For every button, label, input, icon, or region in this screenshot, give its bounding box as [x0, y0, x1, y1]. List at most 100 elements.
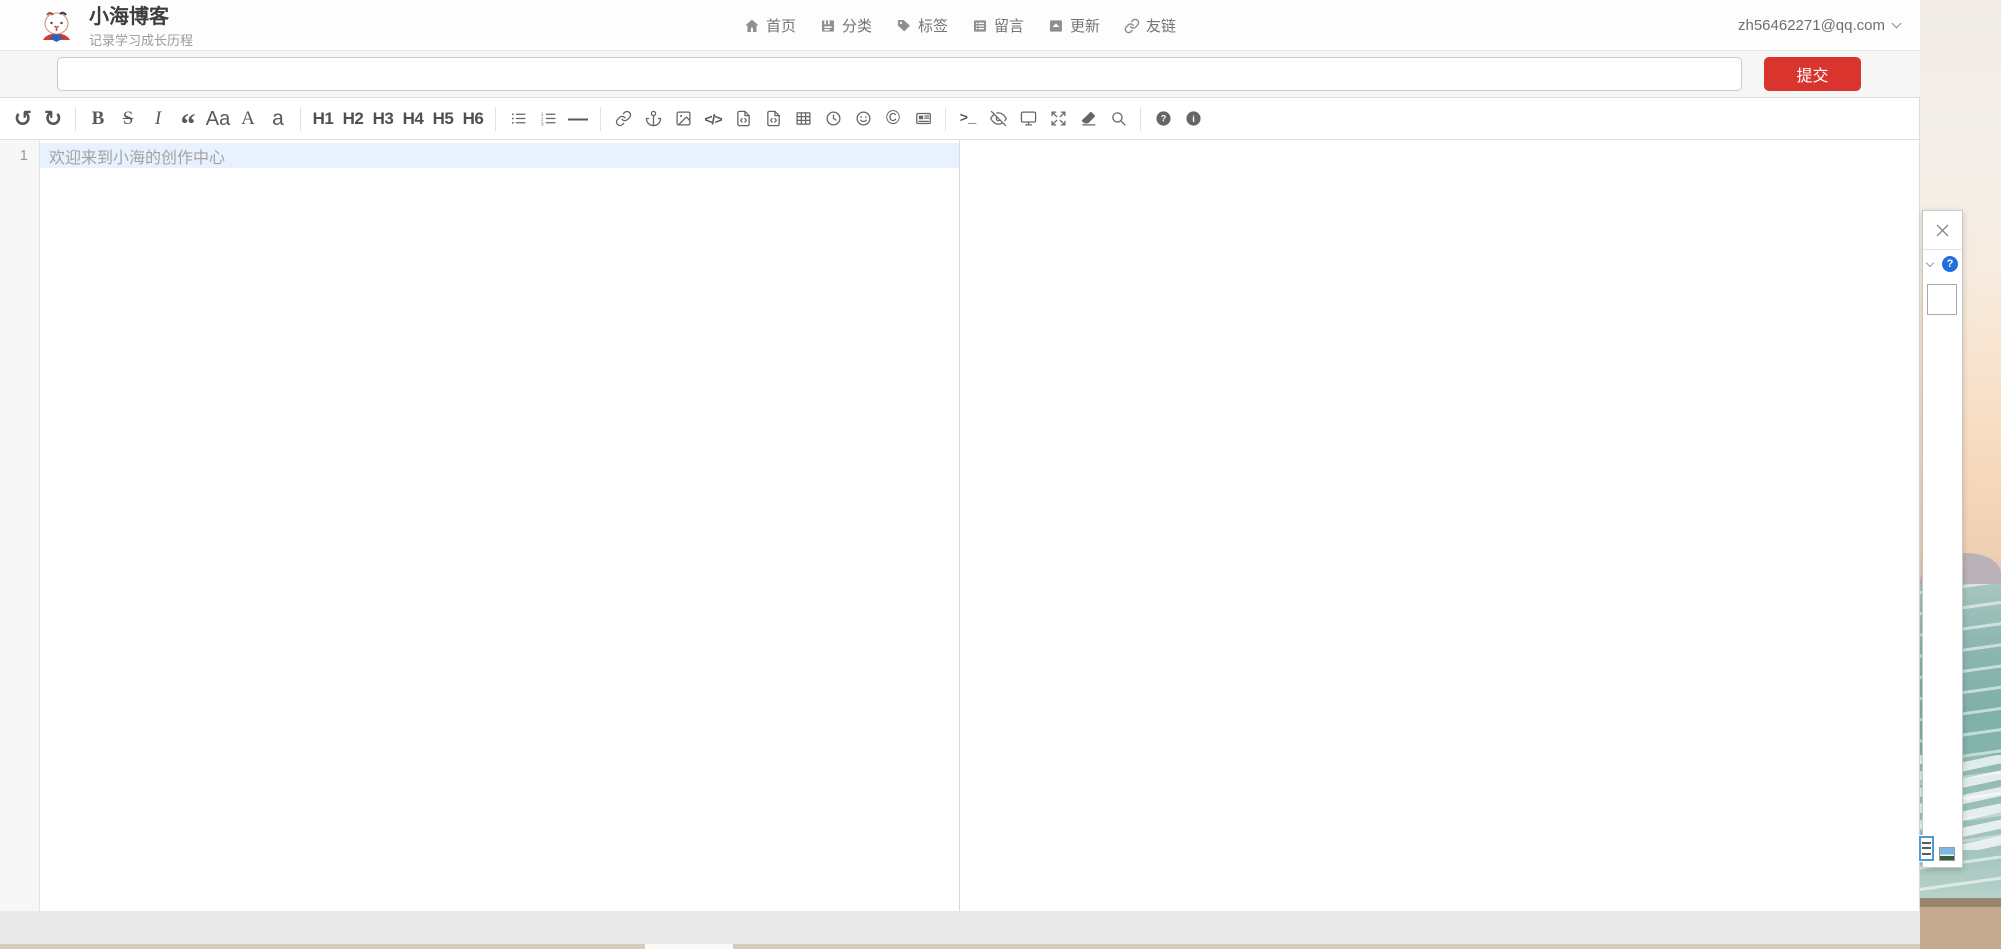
h6-icon: H6	[463, 110, 484, 127]
ime-image-icon[interactable]	[1939, 847, 1955, 861]
tag-icon	[896, 18, 912, 34]
table-icon	[795, 110, 812, 127]
chevron-down-icon[interactable]	[1926, 258, 1934, 266]
code-pane[interactable]: 欢迎来到小海的创作中心	[40, 140, 959, 911]
toolbar-help-button[interactable]: ?	[1148, 104, 1178, 134]
nav-item-label: 友链	[1146, 15, 1176, 36]
toolbar-anchor-button[interactable]	[638, 104, 668, 134]
toolbar-hr-button[interactable]: —	[563, 104, 593, 134]
popup-tool-row: ?	[1923, 249, 1962, 278]
hr-icon: —	[568, 109, 588, 129]
h1-icon: H1	[313, 110, 334, 127]
nav-item-friends[interactable]: 友链	[1124, 15, 1176, 36]
html-entities-icon: ©	[886, 109, 900, 128]
toolbar-h3-button[interactable]: H3	[368, 104, 398, 134]
taskbar-sliver-highlight	[645, 944, 733, 949]
help-icon: ?	[1155, 110, 1172, 127]
ucwords-icon: Aa	[206, 109, 230, 129]
toolbar-table-button[interactable]	[788, 104, 818, 134]
code-icon: </>	[704, 112, 721, 126]
toolbar-preformatted-text-button[interactable]	[728, 104, 758, 134]
toolbar-pagebreak-button[interactable]	[908, 104, 938, 134]
h2-icon: H2	[343, 110, 364, 127]
active-line[interactable]: 欢迎来到小海的创作中心	[40, 143, 959, 168]
toolbar-redo-button[interactable]: ↻	[38, 104, 68, 134]
line-number: 1	[0, 143, 39, 168]
nav-item-message[interactable]: 留言	[972, 15, 1024, 36]
goto-line-icon: >_	[960, 112, 977, 126]
close-button[interactable]	[1923, 211, 1962, 249]
svg-text:1: 1	[540, 112, 543, 118]
fullscreen-icon	[1050, 110, 1067, 127]
list-ul-icon	[510, 110, 527, 127]
popup-input[interactable]	[1927, 284, 1957, 315]
editor-toolbar: ↺↻BSI“AaAaH1H2H3H4H5H6123—</>©>_?i	[0, 98, 1919, 140]
help-badge[interactable]: ?	[1942, 256, 1958, 272]
toolbar-h1-button[interactable]: H1	[308, 104, 338, 134]
toolbar-uppercase-button[interactable]: A	[233, 104, 263, 134]
ime-mini-bar	[1918, 835, 1956, 862]
toolbar-emoji-button[interactable]	[848, 104, 878, 134]
toolbar-info-button[interactable]: i	[1178, 104, 1208, 134]
redo-icon: ↻	[44, 108, 62, 130]
preformatted-text-icon	[735, 110, 752, 127]
toolbar-clear-button[interactable]	[1073, 104, 1103, 134]
svg-text:?: ?	[1160, 114, 1166, 124]
toolbar-strikethrough-button[interactable]: S	[113, 104, 143, 134]
toolbar-code-block-button[interactable]	[758, 104, 788, 134]
ime-list-icon[interactable]	[1919, 836, 1934, 861]
toolbar-code-button[interactable]: </>	[698, 104, 728, 134]
toolbar-list-ul-button[interactable]	[503, 104, 533, 134]
post-title-input[interactable]	[57, 57, 1742, 91]
toolbar-italic-button[interactable]: I	[143, 104, 173, 134]
nav-item-category[interactable]: 分类	[820, 15, 872, 36]
browser-content: 小海博客 记录学习成长历程 首页 分类 标签 留言 更新 友链 zh56462271@qq…	[0, 0, 1920, 949]
category-icon	[820, 18, 836, 34]
toolbar-h2-button[interactable]: H2	[338, 104, 368, 134]
toolbar-bold-button[interactable]: B	[83, 104, 113, 134]
nav-item-label: 首页	[766, 15, 796, 36]
update-icon	[1048, 18, 1064, 34]
uppercase-icon: A	[241, 109, 255, 128]
toolbar-image-button[interactable]	[668, 104, 698, 134]
toolbar-h6-button[interactable]: H6	[458, 104, 488, 134]
toolbar-separator	[600, 107, 601, 131]
toolbar-fullscreen-button[interactable]	[1043, 104, 1073, 134]
submit-button[interactable]: 提交	[1764, 57, 1861, 91]
toolbar-quote-button[interactable]: “	[173, 104, 203, 134]
toolbar-undo-button[interactable]: ↺	[8, 104, 38, 134]
toolbar-h5-button[interactable]: H5	[428, 104, 458, 134]
watch-icon	[990, 110, 1007, 127]
user-menu[interactable]: zh56462271@qq.com	[1738, 0, 1900, 51]
line-number-gutter: 1	[0, 140, 40, 911]
toolbar-separator	[1140, 107, 1141, 131]
toolbar-ucwords-button[interactable]: Aa	[203, 104, 233, 134]
toolbar-lowercase-button[interactable]: a	[263, 104, 293, 134]
search-icon	[1110, 110, 1127, 127]
toolbar-watch-button[interactable]	[983, 104, 1013, 134]
toolbar-list-ol-button[interactable]: 123	[533, 104, 563, 134]
nav-item-update[interactable]: 更新	[1048, 15, 1100, 36]
toolbar-preview-button[interactable]	[1013, 104, 1043, 134]
nav-item-tag[interactable]: 标签	[896, 15, 948, 36]
toolbar-goto-line-button[interactable]: >_	[953, 104, 983, 134]
toolbar-html-entities-button[interactable]: ©	[878, 104, 908, 134]
markdown-preview	[959, 140, 1919, 911]
toolbar-search-button[interactable]	[1103, 104, 1133, 134]
image-icon	[675, 110, 692, 127]
italic-icon: I	[155, 109, 161, 128]
screen: 小海博客 记录学习成长历程 首页 分类 标签 留言 更新 友链 zh56462271@qq…	[0, 0, 2001, 949]
h4-icon: H4	[403, 110, 424, 127]
toolbar-link-button[interactable]	[608, 104, 638, 134]
nav-item-label: 更新	[1070, 15, 1100, 36]
bold-icon: B	[92, 109, 105, 128]
toolbar-h4-button[interactable]: H4	[398, 104, 428, 134]
clear-icon	[1080, 110, 1097, 127]
nav-item-home[interactable]: 首页	[744, 15, 796, 36]
nav-item-label: 分类	[842, 15, 872, 36]
code-block-icon	[765, 110, 782, 127]
close-icon	[1935, 223, 1950, 238]
blog-brand[interactable]: 小海博客 记录学习成长历程	[38, 6, 193, 49]
toolbar-datetime-button[interactable]	[818, 104, 848, 134]
link-icon	[615, 110, 632, 127]
